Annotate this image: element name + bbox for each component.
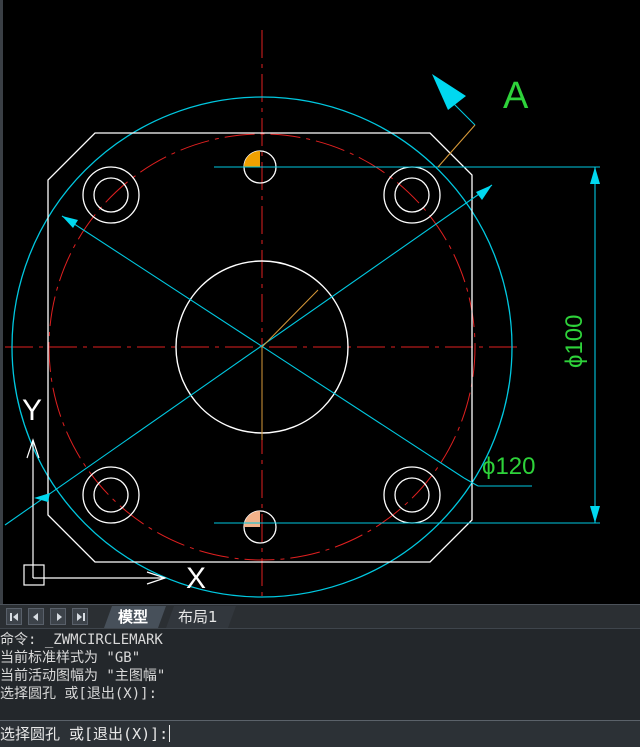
bolt-hole-br (383, 466, 441, 524)
section-label-a: A (503, 75, 529, 117)
last-tab-button[interactable] (72, 608, 88, 625)
tab-layout1[interactable]: 布局1 (166, 606, 236, 628)
command-input[interactable]: 选择圆孔 或[退出(X)]: (0, 720, 640, 747)
next-tab-button[interactable] (50, 608, 66, 625)
bolt-hole-tr (383, 166, 441, 224)
command-history-line: 当前标准样式为 "GB" (0, 650, 141, 666)
command-prompt: 选择圆孔 或[退出(X)]: (0, 724, 171, 744)
bolt-hole-bl (82, 466, 140, 524)
centerlines (5, 30, 520, 600)
command-prompt-text: 选择圆孔 或[退出(X)]: (0, 725, 169, 743)
bolt-hole-tl (82, 166, 140, 224)
layout-tab-bar: 模型 布局1 (0, 604, 640, 628)
dim-text-phi120: ϕ120 (482, 453, 535, 480)
last-icon (77, 613, 82, 621)
text-caret (169, 725, 171, 742)
command-history-line: 选择圆孔 或[退出(X)]: (0, 686, 158, 702)
ucs-y-label: Y (22, 394, 42, 427)
next-icon (57, 613, 62, 621)
prev-tab-button[interactable] (28, 608, 44, 625)
ucs-x-label: X (186, 562, 206, 595)
first-icon (10, 613, 12, 621)
command-history: 命令: _ZWMCIRCLEMARK 当前标准样式为 "GB" 当前活动图幅为 … (0, 628, 640, 720)
first-tab-button[interactable] (6, 608, 22, 625)
dim-text-phi100: ϕ100 (561, 315, 588, 368)
canvas-left-border (0, 0, 3, 604)
radius-leader (261, 289, 319, 348)
section-indicator-a[interactable] (432, 74, 476, 168)
tab-model[interactable]: 模型 (104, 606, 166, 628)
drawing-canvas[interactable]: A ϕ100 ϕ120 Y X (0, 0, 640, 604)
command-history-line: 命令: _ZWMCIRCLEMARK (0, 632, 163, 648)
command-history-line: 当前活动图幅为 "主图幅" (0, 668, 166, 684)
ucs-icon (23, 438, 167, 586)
prev-icon (33, 613, 38, 621)
